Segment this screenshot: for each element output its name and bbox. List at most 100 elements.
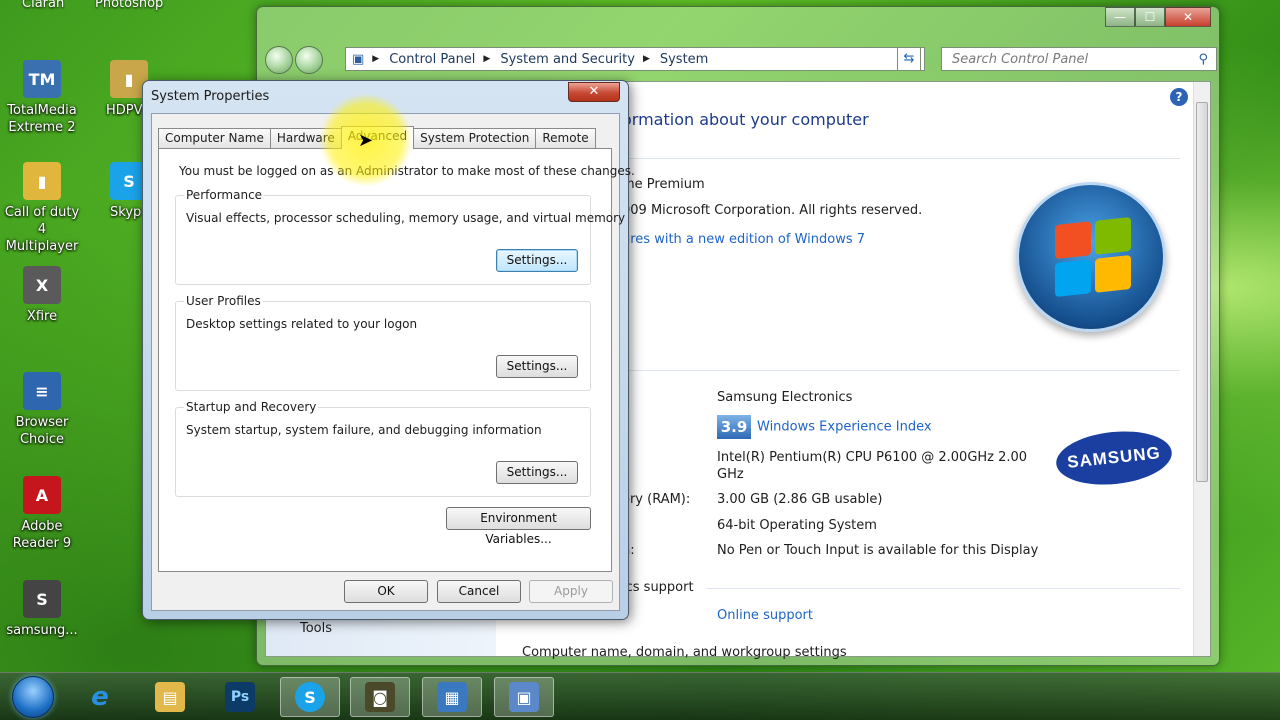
user-profiles-group: User Profiles Desktop settings related t… bbox=[175, 294, 591, 391]
desktop-icon-browser-choice[interactable]: ≡ Browser Choice bbox=[0, 372, 84, 448]
desktop-icon-samsung[interactable]: S samsung... bbox=[0, 580, 84, 639]
desktop-icon-xfire[interactable]: X Xfire bbox=[0, 266, 84, 325]
environment-variables-button[interactable]: Environment Variables... bbox=[446, 507, 591, 546]
processor-value: Intel(R) Pentium(R) CPU P6100 @ 2.00GHz … bbox=[717, 450, 1028, 465]
tab-remote[interactable]: Remote bbox=[535, 128, 596, 148]
samsung-logo: SAMSUNG bbox=[1053, 426, 1175, 490]
adobe-reader-icon: A bbox=[23, 476, 61, 514]
internet-explorer-icon: e bbox=[91, 682, 109, 712]
performance-settings-button[interactable]: Settings... bbox=[496, 249, 578, 272]
user-profiles-desc: Desktop settings related to your logon bbox=[186, 317, 418, 331]
online-support-link[interactable]: Online support bbox=[717, 608, 813, 623]
startup-recovery-desc: System startup, system failure, and debu… bbox=[186, 423, 542, 437]
address-bar[interactable]: ▣ ▶ Control Panel ▶ System and Security … bbox=[345, 47, 925, 71]
performance-title: Performance bbox=[184, 188, 265, 202]
user-profiles-settings-button[interactable]: Settings... bbox=[496, 355, 578, 378]
tab-computer-name[interactable]: Computer Name bbox=[158, 128, 271, 148]
performance-group: Performance Visual effects, processor sc… bbox=[175, 188, 625, 285]
sidebar-tools-label: Tools bbox=[300, 621, 333, 636]
system-properties-dialog: System Properties ✕ Computer Name Hardwa… bbox=[142, 80, 635, 620]
desktop-icon-call-of-duty[interactable]: ▮ Call of duty 4 Multiplayer bbox=[0, 162, 84, 255]
startup-recovery-title: Startup and Recovery bbox=[184, 400, 319, 414]
tab-system-protection[interactable]: System Protection bbox=[413, 128, 537, 148]
breadcrumb-chevron-icon: ▶ bbox=[372, 54, 380, 64]
divider bbox=[622, 158, 1180, 159]
tab-hardware[interactable]: Hardware bbox=[269, 128, 342, 148]
desktop-icon-totalmedia[interactable]: TM TotalMedia Extreme 2 bbox=[0, 60, 84, 136]
desktop-icon-label: Browser Choice bbox=[15, 415, 69, 447]
pen-touch-value: No Pen or Touch Input is available for t… bbox=[717, 543, 1039, 558]
processor-value-cont: GHz bbox=[717, 467, 744, 482]
desktop-label-ciaran: Ciaran bbox=[22, 0, 65, 11]
folder-icon: ▤ bbox=[155, 682, 185, 712]
memory-label: ory (RAM): bbox=[622, 492, 691, 507]
dialog-close-button[interactable]: ✕ bbox=[568, 82, 620, 102]
taskbar-photoshop[interactable]: Ps bbox=[210, 677, 270, 717]
refresh-icon[interactable]: ⇆ bbox=[897, 47, 921, 71]
scrollbar[interactable] bbox=[1193, 82, 1210, 656]
taskbar-system-properties[interactable]: ▣ bbox=[494, 677, 554, 717]
taskbar-internet-explorer[interactable]: e bbox=[70, 677, 130, 717]
samsung-app-icon: S bbox=[23, 580, 61, 618]
start-button[interactable] bbox=[12, 676, 54, 718]
folder-icon: ▮ bbox=[23, 162, 61, 200]
breadcrumb-control-panel[interactable]: Control Panel bbox=[389, 52, 475, 67]
minimize-button[interactable]: — bbox=[1105, 7, 1135, 27]
tab-strip: Computer Name Hardware Advanced System P… bbox=[158, 126, 596, 149]
forward-button[interactable] bbox=[295, 46, 323, 74]
desktop-icon-label: Call of duty 4 Multiplayer bbox=[4, 205, 80, 254]
rating-row: 3.9 Windows Experience Index bbox=[717, 415, 932, 439]
copyright-text: 009 Microsoft Corporation. All rights re… bbox=[622, 203, 923, 218]
search-icon[interactable]: ⚲ bbox=[1198, 52, 1208, 67]
apply-button[interactable]: Apply bbox=[529, 580, 613, 603]
startup-recovery-group: Startup and Recovery System startup, sys… bbox=[175, 400, 591, 497]
windows-logo-icon bbox=[1016, 182, 1166, 332]
upgrade-link[interactable]: ures with a new edition of Windows 7 bbox=[622, 232, 865, 247]
windows-edition: me Premium bbox=[622, 177, 705, 192]
navigation-bar: ▣ ▶ Control Panel ▶ System and Security … bbox=[265, 45, 1217, 75]
control-panel-icon: ▣ bbox=[352, 51, 365, 67]
rating-badge: 3.9 bbox=[717, 415, 751, 439]
taskbar: e ▤ Ps S ◙ ▦ ▣ bbox=[0, 672, 1280, 720]
window-caption-buttons: — ☐ ✕ bbox=[1105, 7, 1211, 27]
performance-desc: Visual effects, processor scheduling, me… bbox=[186, 211, 626, 225]
dialog-title: System Properties bbox=[151, 89, 270, 104]
desktop-icon-adobe-reader[interactable]: A Adobe Reader 9 bbox=[0, 476, 84, 552]
taskbar-control-panel[interactable]: ▦ bbox=[422, 677, 482, 717]
cancel-button[interactable]: Cancel bbox=[437, 580, 521, 603]
skype-icon: S bbox=[295, 682, 325, 712]
desktop-label-photoshop: Photoshop bbox=[95, 0, 164, 11]
taskbar-skype[interactable]: S bbox=[280, 677, 340, 717]
browser-choice-icon: ≡ bbox=[23, 372, 61, 410]
memory-value: 3.00 GB (2.86 GB usable) bbox=[717, 492, 883, 507]
maximize-button[interactable]: ☐ bbox=[1135, 7, 1165, 27]
computer-name-section-label: Computer name, domain, and workgroup set… bbox=[522, 645, 847, 660]
desktop-icon-label: TotalMedia Extreme 2 bbox=[7, 103, 77, 135]
back-button[interactable] bbox=[265, 46, 293, 74]
page-title: ormation about your computer bbox=[622, 110, 869, 129]
mouse-cursor-icon: ➤ bbox=[358, 130, 374, 151]
manufacturer-value: Samsung Electronics bbox=[717, 390, 853, 405]
camera-icon: ◙ bbox=[365, 682, 395, 712]
breadcrumb-system[interactable]: System bbox=[660, 52, 708, 67]
breadcrumb-chevron-icon: ▶ bbox=[483, 54, 491, 64]
tab-advanced[interactable]: Advanced bbox=[340, 126, 415, 149]
support-section-label: ics support bbox=[622, 580, 694, 595]
help-icon[interactable]: ? bbox=[1170, 88, 1188, 106]
breadcrumb-system-and-security[interactable]: System and Security bbox=[500, 52, 635, 67]
startup-recovery-settings-button[interactable]: Settings... bbox=[496, 461, 578, 484]
admin-note: You must be logged on as an Administrato… bbox=[179, 164, 635, 178]
divider bbox=[706, 588, 1180, 589]
windows-experience-index-link[interactable]: Windows Experience Index bbox=[757, 420, 932, 435]
ok-button[interactable]: OK bbox=[344, 580, 428, 603]
search-input[interactable]: Search Control Panel ⚲ bbox=[941, 47, 1217, 71]
taskbar-windows-explorer[interactable]: ▤ bbox=[140, 677, 200, 717]
xfire-icon: X bbox=[23, 266, 61, 304]
close-button[interactable]: ✕ bbox=[1165, 7, 1211, 27]
desktop-icon-label: samsung... bbox=[6, 623, 78, 638]
scrollbar-thumb[interactable] bbox=[1196, 102, 1208, 482]
totalmedia-icon: TM bbox=[23, 60, 61, 98]
control-panel-icon: ▦ bbox=[437, 682, 467, 712]
taskbar-camera-app[interactable]: ◙ bbox=[350, 677, 410, 717]
divider bbox=[622, 370, 1180, 371]
